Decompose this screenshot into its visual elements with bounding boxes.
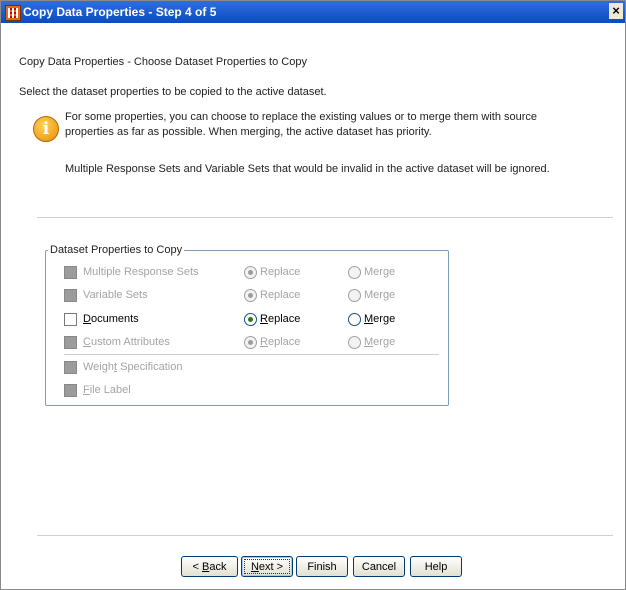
file-label-accel: F (83, 384, 90, 396)
next-accel: N (250, 561, 259, 573)
vs-merge-label: Merge (364, 289, 396, 301)
multiple-response-sets-label: Multiple Response Sets (83, 266, 199, 278)
documents-replace-label: Replace (260, 313, 300, 325)
ca-replace-accel: R (260, 336, 268, 348)
documents-checkbox[interactable] (64, 313, 77, 326)
mrs-replace-radio[interactable] (244, 266, 257, 279)
ca-merge-radio[interactable] (348, 336, 361, 349)
mrs-replace-label: Replace (260, 266, 301, 278)
file-label-rest: ile Label (89, 384, 131, 396)
documents-merge-radio[interactable] (348, 313, 361, 326)
vs-merge-radio[interactable] (348, 289, 361, 302)
group-separator (64, 354, 439, 356)
vs-replace-radio[interactable] (244, 289, 257, 302)
documents-merge-label: Merge (364, 313, 395, 325)
multiple-response-sets-checkbox[interactable] (64, 266, 77, 279)
documents-merge-accel: M (364, 313, 374, 325)
weight-specification-label: Weight Specification (83, 361, 182, 373)
documents-replace-radio[interactable] (244, 313, 257, 326)
variable-sets-label: Variable Sets (83, 289, 148, 301)
file-label-label: File Label (83, 384, 131, 396)
custom-attributes-label: Custom Attributes (83, 336, 170, 348)
window-title: Copy Data Properties - Step 4 of 5 (23, 5, 217, 19)
next-button[interactable]: Next > (241, 556, 293, 577)
custom-attributes-rest: ustom Attributes (90, 336, 170, 348)
back-pre: < (192, 561, 202, 573)
ca-merge-rest: erge (373, 336, 396, 348)
documents-replace-accel: R (260, 313, 268, 325)
next-rest: ext > (258, 561, 284, 573)
help-button[interactable]: Help (410, 556, 462, 577)
back-rest: ack (209, 561, 227, 573)
dialog-window: Copy Data Properties - Step 4 of 5 × Cop… (0, 0, 626, 590)
documents-label-accel: D (83, 313, 91, 325)
file-label-checkbox[interactable] (64, 384, 77, 397)
dialog-content: Copy Data Properties - Choose Dataset Pr… (1, 23, 625, 589)
mrs-merge-label: Merge (364, 266, 396, 278)
ca-replace-rest: eplace (267, 336, 301, 348)
weight-spec-pre: Weigh (83, 361, 114, 373)
bottom-separator (37, 535, 613, 537)
cancel-button[interactable]: Cancel (353, 556, 405, 577)
mrs-merge-radio[interactable] (348, 266, 361, 279)
close-button[interactable]: × (609, 3, 623, 19)
weight-specification-checkbox[interactable] (64, 361, 77, 374)
custom-attributes-checkbox[interactable] (64, 336, 77, 349)
variable-sets-checkbox[interactable] (64, 289, 77, 302)
documents-merge-rest: erge (373, 313, 396, 325)
info-icon: i (33, 116, 59, 142)
weight-spec-rest: Specification (117, 361, 183, 373)
documents-label: Documents (83, 313, 139, 325)
finish-button[interactable]: Finish (296, 556, 348, 577)
documents-label-rest: ocuments (90, 313, 139, 325)
ca-replace-label: Replace (260, 336, 300, 348)
group-legend: Dataset Properties to Copy (50, 244, 183, 256)
custom-attributes-accel: C (83, 336, 91, 348)
info-text-line1: For some properties, you can choose to r… (65, 111, 538, 123)
info-text-line2: properties as far as possible. When merg… (65, 126, 432, 138)
ca-replace-radio[interactable] (244, 336, 257, 349)
back-button[interactable]: < Back (181, 556, 238, 577)
note-text: Multiple Response Sets and Variable Sets… (65, 163, 550, 175)
ca-merge-label: Merge (364, 336, 395, 348)
separator (37, 217, 613, 219)
vs-replace-label: Replace (260, 289, 301, 301)
title-bar[interactable]: Copy Data Properties - Step 4 of 5 × (1, 1, 625, 23)
step-subtitle: Copy Data Properties - Choose Dataset Pr… (19, 56, 307, 68)
documents-replace-rest: eplace (267, 313, 301, 325)
ca-merge-accel: M (364, 336, 374, 348)
data-grid-icon (5, 5, 21, 21)
instruction-text: Select the dataset properties to be copi… (19, 86, 327, 98)
